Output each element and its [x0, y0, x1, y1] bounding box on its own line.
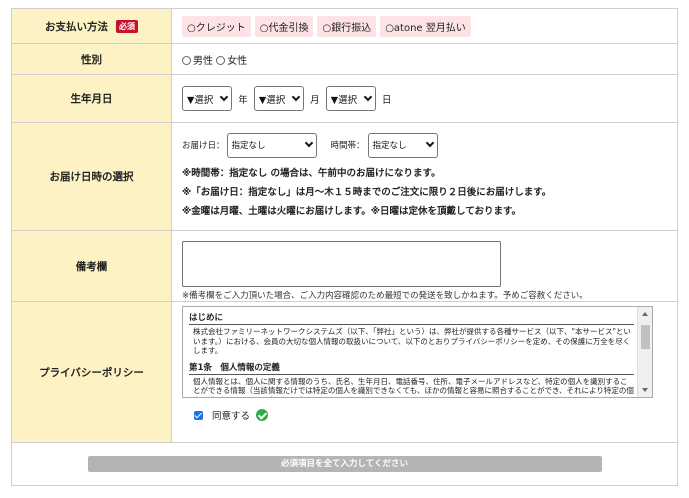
- birthdate-label: 生年月日: [11, 74, 172, 123]
- chevron-down-icon: [363, 92, 373, 101]
- birth-year-select[interactable]: ▼選択: [182, 86, 232, 111]
- gender-female-radio[interactable]: [216, 55, 226, 65]
- delivery-note-2: ※「お届け日：指定なし」は月～木１５時までのご注文に限り２日後にお届けします。: [182, 186, 552, 198]
- delivery-label: お届け日時の選択: [11, 122, 172, 231]
- delivery-notes: ※時間帯：指定なし の場合は、午前中のお届けになります。 ※「お届け日：指定なし…: [182, 164, 667, 221]
- payment-option-cod[interactable]: ○代金引換: [254, 15, 314, 37]
- policy-section-title: はじめに: [189, 311, 634, 325]
- chevron-down-icon: [304, 138, 313, 148]
- agree-row: 同意する: [194, 408, 667, 422]
- remarks-note: ※備考欄をご入力頂いた場合、ご入力内容確認のため最短での発送を致しかねます。予め…: [182, 290, 588, 301]
- order-form-table: お支払い方法 必須 ○クレジット ○代金引換 ○銀行振込 ○atone 翌月払い 性別 …: [11, 8, 678, 486]
- policy-scrollbar[interactable]: [637, 307, 652, 397]
- birth-day-value: ▼選択: [330, 94, 358, 106]
- submit-cell: 必須項目を全て入力してください: [11, 442, 678, 486]
- delivery-select-group: お届け日： 指定なし 時間帯： 指定なし: [182, 132, 667, 158]
- policy-section-title: 第1条 個人情報の定義: [189, 361, 634, 375]
- gender-female-option[interactable]: 女性: [216, 55, 248, 67]
- chevron-down-icon: [425, 138, 434, 148]
- day-unit: 日: [381, 94, 392, 106]
- payment-label-cell: お支払い方法 必須: [11, 8, 172, 44]
- scroll-up-icon[interactable]: [642, 312, 648, 316]
- chevron-down-icon: [291, 92, 301, 101]
- birthdate-row: 生年月日 ▼選択 年 ▼選択 月 ▼選択 日: [11, 74, 678, 123]
- delivery-date-label: お届け日：: [182, 141, 225, 151]
- gender-label: 性別: [11, 43, 172, 75]
- gender-male-radio[interactable]: [182, 55, 191, 65]
- gender-row: 性別 男性 女性: [11, 43, 678, 75]
- delivery-time-select[interactable]: 指定なし: [367, 132, 438, 158]
- delivery-date-select[interactable]: 指定なし: [226, 132, 317, 158]
- chevron-down-icon: [219, 92, 229, 101]
- policy-section-text: 個人情報とは、個人に関する情報のうち、氏名、生年月日、電話番号、住所、電子メール…: [193, 376, 634, 398]
- birthdate-selects: ▼選択 年 ▼選択 月 ▼選択 日: [171, 74, 678, 123]
- delivery-controls: お届け日： 指定なし 時間帯： 指定なし ※時間帯：指定なし の場合は、午前中の…: [171, 122, 678, 231]
- birth-month-value: ▼選択: [258, 94, 286, 106]
- payment-option-atone[interactable]: ○atone 翌月払い: [380, 15, 471, 37]
- submit-button[interactable]: 必須項目を全て入力してください: [87, 456, 602, 472]
- delivery-row: お届け日時の選択 お届け日： 指定なし 時間帯： 指定なし ※時間帯：指定なし …: [11, 122, 678, 231]
- gender-options: 男性 女性: [171, 43, 678, 75]
- agree-checkbox[interactable]: [194, 411, 203, 420]
- scroll-thumb[interactable]: [641, 325, 650, 349]
- submit-row: 必須項目を全て入力してください: [11, 442, 678, 486]
- birth-year-value: ▼選択: [187, 94, 214, 106]
- delivery-time-value: 指定なし: [372, 141, 407, 151]
- delivery-note-3: ※金曜は月曜、土曜は火曜にお届けします。※日曜は定休を頂戴しております。: [182, 205, 522, 217]
- payment-option-bank[interactable]: ○銀行振込: [317, 15, 377, 37]
- payment-row: お支払い方法 必須 ○クレジット ○代金引換 ○銀行振込 ○atone 翌月払い: [11, 8, 678, 44]
- check-circle-icon: [256, 409, 269, 421]
- payment-options: ○クレジット ○代金引換 ○銀行振込 ○atone 翌月払い: [171, 8, 678, 44]
- gender-male-option[interactable]: 男性: [182, 55, 213, 67]
- remarks-label: 備考欄: [11, 230, 172, 302]
- remarks-textarea[interactable]: [182, 240, 501, 287]
- required-badge: 必須: [116, 19, 138, 33]
- policy-section-text: 株式会社ファミリーネットワークシステムズ（以下、「弊社」という）は、弊社が提供す…: [193, 327, 631, 355]
- year-unit: 年: [238, 94, 248, 106]
- scroll-down-icon[interactable]: [642, 388, 648, 392]
- birth-day-select[interactable]: ▼選択: [325, 86, 376, 111]
- remarks-row: 備考欄 ※備考欄をご入力頂いた場合、ご入力内容確認のため最短での発送を致しかねま…: [11, 230, 678, 302]
- gender-female-label: 女性: [227, 55, 248, 67]
- payment-label: お支払い方法: [45, 20, 108, 33]
- agree-label[interactable]: 同意する: [212, 411, 250, 422]
- birth-month-select[interactable]: ▼選択: [253, 86, 304, 111]
- privacy-policy-box[interactable]: はじめに 株式会社ファミリーネットワークシステムズ（以下、「弊社」という）は、弊…: [182, 306, 653, 398]
- remarks-controls: ※備考欄をご入力頂いた場合、ご入力内容確認のため最短での発送を致しかねます。予め…: [171, 230, 678, 302]
- month-unit: 月: [310, 94, 320, 106]
- privacy-controls: はじめに 株式会社ファミリーネットワークシステムズ（以下、「弊社」という）は、弊…: [171, 301, 678, 443]
- delivery-note-1: ※時間帯：指定なし の場合は、午前中のお届けになります。: [182, 167, 441, 179]
- gender-male-label: 男性: [193, 55, 213, 67]
- payment-option-credit[interactable]: ○クレジット: [182, 15, 251, 37]
- privacy-label: プライバシーポリシー: [11, 301, 172, 443]
- privacy-row: プライバシーポリシー はじめに 株式会社ファミリーネットワークシステムズ（以下、…: [11, 301, 678, 443]
- delivery-time-label: 時間帯：: [330, 141, 365, 151]
- delivery-date-value: 指定なし: [231, 141, 266, 151]
